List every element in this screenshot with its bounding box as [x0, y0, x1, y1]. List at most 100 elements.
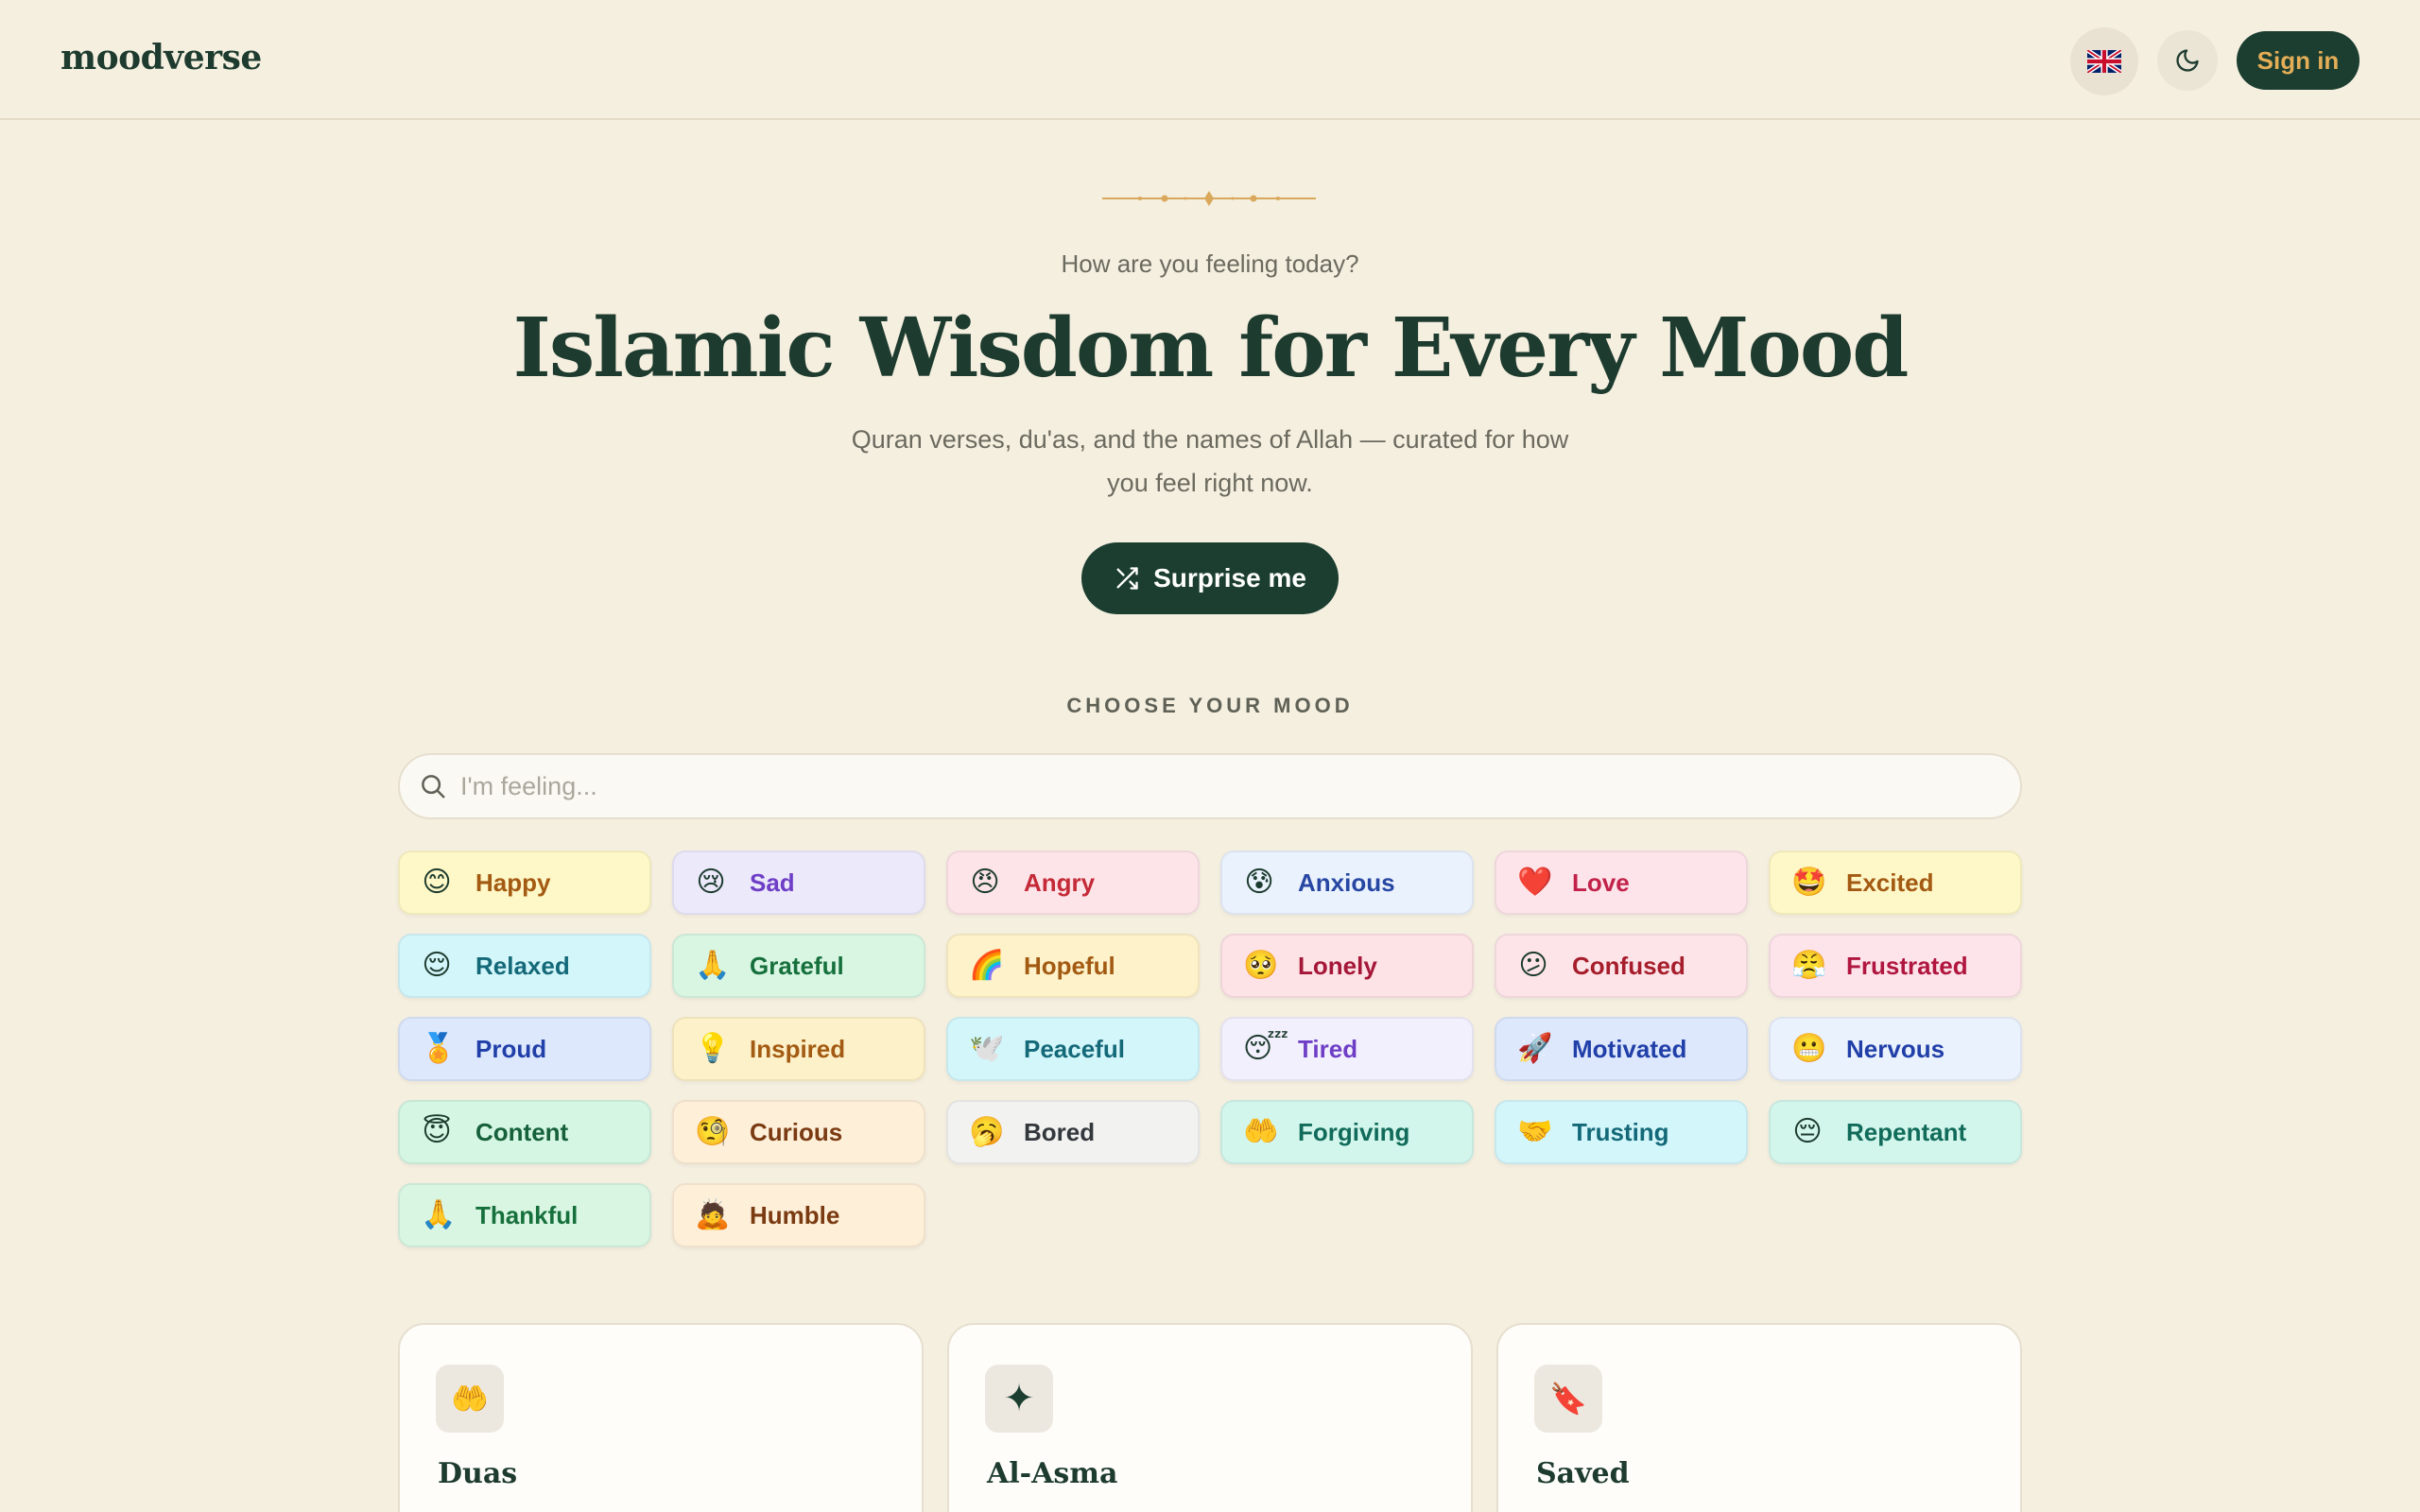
mood-chip-happy[interactable]: 😊 Happy [398, 850, 651, 915]
shuffle-icon [1116, 567, 1138, 590]
moon-icon [2176, 49, 2199, 72]
mood-label: Repentant [1846, 1117, 1967, 1146]
theme-toggle-button[interactable] [2157, 30, 2218, 91]
search-icon [422, 775, 445, 799]
card-duas[interactable]: 🤲 Duas [398, 1323, 924, 1512]
hero-subtitle: Quran verses, du'as, and the names of Al… [851, 425, 1569, 497]
mood-label: Grateful [750, 951, 844, 980]
mood-emoji-icon: 🌈 [969, 950, 1005, 981]
mood-label: Happy [475, 868, 551, 897]
hero-kicker: How are you feeling today? [1061, 249, 1359, 278]
mood-chip-curious[interactable]: 🧐 Curious [672, 1100, 925, 1164]
card-title: Saved [1536, 1457, 1630, 1490]
open-hands-icon: 🤲 [436, 1365, 504, 1433]
mood-emoji-icon: 🤝 [1517, 1116, 1553, 1147]
card-al-asma[interactable]: ✦ Al-Asma [947, 1323, 1473, 1512]
mood-emoji-icon: 😬 [1791, 1033, 1827, 1064]
uk-flag-icon [2087, 50, 2121, 73]
mood-label: Proud [475, 1034, 547, 1063]
mood-chip-content[interactable]: 😇 Content [398, 1100, 651, 1164]
mood-search-input[interactable] [460, 771, 1973, 801]
mood-label: Humble [750, 1200, 840, 1229]
mood-label: Hopeful [1024, 951, 1115, 980]
mood-emoji-icon: 😴 [1243, 1033, 1289, 1064]
mood-label: Trusting [1572, 1117, 1669, 1146]
mood-emoji-icon: 😊 [422, 867, 452, 898]
mood-chip-thankful[interactable]: 🙏 Thankful [398, 1183, 651, 1247]
mood-chip-excited[interactable]: 🤩 Excited [1769, 850, 2022, 915]
app-logo[interactable]: moodverse [60, 38, 262, 77]
mood-label: Sad [750, 868, 795, 897]
divider-ornament [1102, 191, 1316, 206]
mood-emoji-icon: 🥱 [969, 1116, 1005, 1147]
sparkle-icon: ✦ [985, 1365, 1053, 1433]
mood-emoji-icon: 😢 [696, 867, 726, 898]
mood-label: Lonely [1298, 951, 1377, 980]
mood-chip-trusting[interactable]: 🤝 Trusting [1495, 1100, 1748, 1164]
hero-title: Islamic Wisdom for Every Mood [512, 301, 1910, 396]
surprise-me-button[interactable]: Surprise me [1081, 542, 1339, 614]
mood-chip-motivated[interactable]: 🚀 Motivated [1495, 1017, 1748, 1081]
mood-chip-bored[interactable]: 🥱 Bored [946, 1100, 1200, 1164]
mood-label: Inspired [750, 1034, 846, 1063]
mood-emoji-icon: 😕 [1518, 950, 1548, 981]
mood-emoji-icon: 💡 [695, 1033, 731, 1064]
mood-label: Relaxed [475, 951, 570, 980]
mood-chip-hopeful[interactable]: 🌈 Hopeful [946, 934, 1200, 998]
mood-label: Peaceful [1024, 1034, 1125, 1063]
mood-label: Nervous [1846, 1034, 1945, 1063]
mood-emoji-icon: 😤 [1791, 950, 1827, 981]
mood-emoji-icon: 🚀 [1517, 1033, 1553, 1064]
mood-chip-forgiving[interactable]: 🤲 Forgiving [1220, 1100, 1474, 1164]
bookmark-icon: 🔖 [1534, 1365, 1602, 1433]
mood-chip-humble[interactable]: 🙇 Humble [672, 1183, 925, 1247]
mood-emoji-icon: 🥺 [1243, 950, 1279, 981]
mood-chip-confused[interactable]: 😕 Confused [1495, 934, 1748, 998]
mood-chip-love[interactable]: ❤️ Love [1495, 850, 1748, 915]
mood-label: Motivated [1572, 1034, 1687, 1063]
mood-label: Curious [750, 1117, 843, 1146]
mood-label: Thankful [475, 1200, 579, 1229]
section-label: CHOOSE YOUR MOOD [1066, 694, 1354, 717]
mood-emoji-icon: 😠 [970, 867, 1000, 898]
mood-label: Anxious [1298, 868, 1395, 897]
mood-chip-repentant[interactable]: 😔 Repentant [1769, 1100, 2022, 1164]
mood-emoji-icon: 😰 [1244, 867, 1274, 898]
mood-chip-tired[interactable]: 😴 Tired [1220, 1017, 1474, 1081]
mood-emoji-icon: ❤️ [1517, 867, 1553, 898]
mood-chip-relaxed[interactable]: 😌 Relaxed [398, 934, 651, 998]
mood-emoji-icon: 🕊️ [969, 1033, 1005, 1064]
mood-label: Forgiving [1298, 1117, 1410, 1146]
mood-chip-proud[interactable]: 🏅 Proud [398, 1017, 651, 1081]
mood-emoji-icon: 🧐 [695, 1116, 731, 1147]
mood-emoji-icon: 😔 [1792, 1116, 1823, 1147]
mood-chip-anxious[interactable]: 😰 Anxious [1220, 850, 1474, 915]
language-button[interactable] [2070, 27, 2138, 95]
mood-emoji-icon: 😇 [422, 1116, 452, 1147]
card-title: Al-Asma [987, 1457, 1118, 1490]
mood-emoji-icon: 😌 [422, 950, 452, 981]
mood-chip-peaceful[interactable]: 🕊️ Peaceful [946, 1017, 1200, 1081]
card-saved[interactable]: 🔖 Saved [1496, 1323, 2022, 1512]
mood-chip-sad[interactable]: 😢 Sad [672, 850, 925, 915]
mood-label: Love [1572, 868, 1630, 897]
mood-emoji-icon: 🤩 [1791, 867, 1827, 898]
mood-chip-nervous[interactable]: 😬 Nervous [1769, 1017, 2022, 1081]
mood-label: Excited [1846, 868, 1934, 897]
card-title: Duas [438, 1457, 518, 1490]
mood-chip-inspired[interactable]: 💡 Inspired [672, 1017, 925, 1081]
mood-chip-angry[interactable]: 😠 Angry [946, 850, 1200, 915]
mood-emoji-icon: 🙏 [695, 950, 731, 981]
mood-chip-frustrated[interactable]: 😤 Frustrated [1769, 934, 2022, 998]
mood-grid: 😊 Happy 😢 Sad 😠 Angry 😰 Anxious ❤️ Love 🤩 Excited 😌 R… [398, 850, 2022, 1247]
mood-emoji-icon: 🙇 [695, 1199, 731, 1230]
top-bar: moodverse Sign in [0, 0, 2420, 120]
mood-chip-lonely[interactable]: 🥺 Lonely [1220, 934, 1474, 998]
mood-search-bar[interactable] [398, 753, 2022, 819]
sign-in-button[interactable]: Sign in [2237, 31, 2360, 90]
mood-label: Content [475, 1117, 569, 1146]
mood-emoji-icon: 🤲 [1243, 1116, 1279, 1147]
surprise-me-label: Surprise me [1153, 563, 1306, 593]
mood-label: Bored [1024, 1117, 1096, 1146]
mood-chip-grateful[interactable]: 🙏 Grateful [672, 934, 925, 998]
